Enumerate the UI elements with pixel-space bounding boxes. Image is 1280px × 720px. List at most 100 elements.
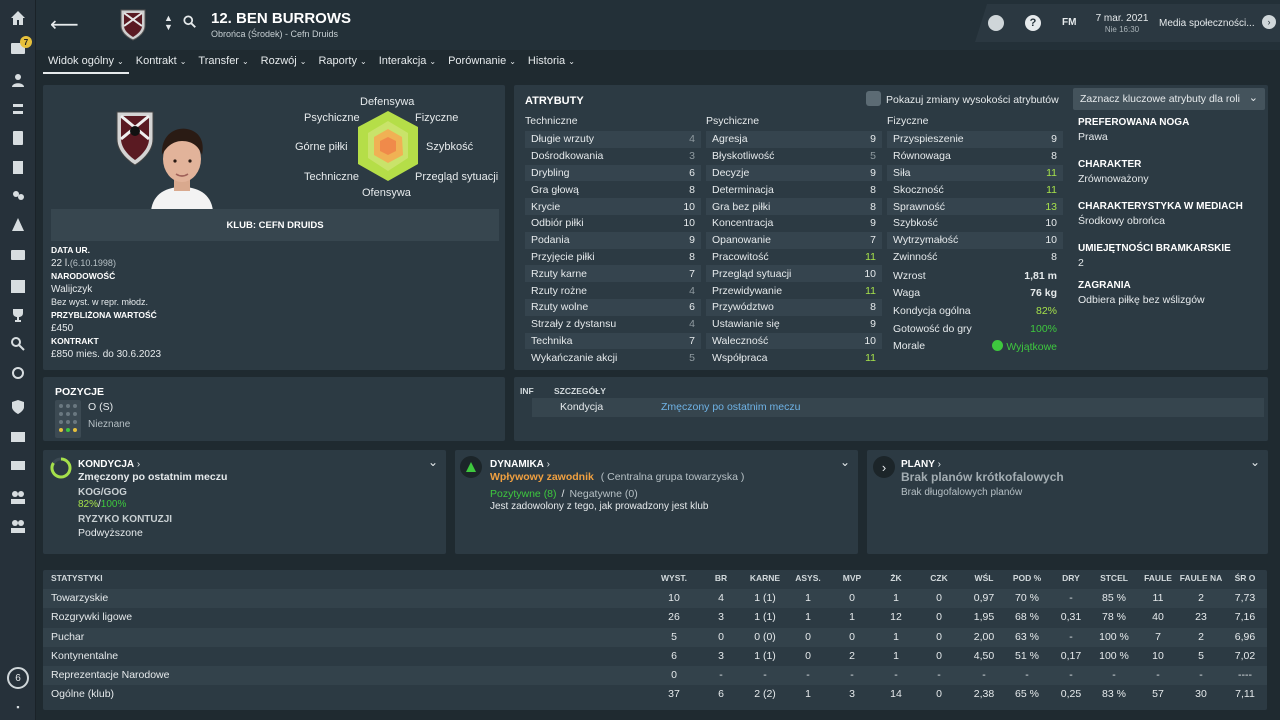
help-icon[interactable]: ? <box>1025 15 1041 31</box>
staff-icon[interactable] <box>8 128 28 148</box>
mental-attribute-row[interactable]: Decyzje 9 <box>706 164 882 182</box>
tab-contract[interactable]: Kontrakt ⌄ <box>131 52 192 74</box>
technical-attribute-row[interactable]: Drybling 6 <box>525 164 701 182</box>
physical-extra-row[interactable]: Waga 76 kg <box>887 285 1063 303</box>
physical-attribute-row[interactable]: Sprawność 13 <box>887 198 1063 215</box>
physical-attribute-row[interactable]: Przyspieszenie 9 <box>887 131 1063 148</box>
technical-attribute-row[interactable]: Długie wrzuty 4 <box>525 131 701 148</box>
details-row[interactable]: Kondycja Zmęczony po ostatnim meczu <box>532 398 1264 417</box>
plans-card[interactable]: › PLANY › ⌄ Brak planów krótkofalowych B… <box>867 450 1268 554</box>
mental-attribute-row[interactable]: Gra bez piłki 8 <box>706 198 882 215</box>
dynamics-card[interactable]: DYNAMIKA › ⌄ Wpływowy zawodnik ( Central… <box>455 450 858 554</box>
mental-attribute-row[interactable]: Ustawianie się 9 <box>706 316 882 333</box>
technical-attribute-row[interactable]: Krycie 10 <box>525 198 701 215</box>
tab-development[interactable]: Rozwój ⌄ <box>256 52 312 74</box>
tab-overview[interactable]: Widok ogólny ⌄ <box>43 52 129 74</box>
briefcase-icon[interactable] <box>8 426 28 446</box>
calendar-icon[interactable] <box>8 276 28 296</box>
table-row[interactable]: Rozgrywki ligowe 26 3 1 (1) 1 1 12 0 1,95 68 % 0,3… <box>43 608 1267 627</box>
tab-interaction[interactable]: Interakcja ⌄ <box>374 52 441 74</box>
chevron-down-icon[interactable]: ⌄ <box>428 455 438 469</box>
physical-extra-row[interactable]: Kondycja ogólna 82% <box>887 302 1063 320</box>
mental-attribute-row[interactable]: Koncentracja 9 <box>706 215 882 232</box>
social-media-button[interactable]: Media społeczności... <box>1159 18 1255 29</box>
technical-attribute-row[interactable]: Podania 9 <box>525 231 701 249</box>
extra-name: Kondycja ogólna <box>893 304 971 317</box>
shield-icon[interactable] <box>8 397 28 417</box>
physical-extra-row[interactable]: Gotowość do gry 100% <box>887 320 1063 338</box>
mental-attribute-row[interactable]: Przywództwo 8 <box>706 298 882 316</box>
physical-attribute-row[interactable]: Równowaga 8 <box>887 148 1063 165</box>
training-icon[interactable] <box>8 215 28 235</box>
home-icon[interactable] <box>8 8 28 28</box>
physical-attribute-row[interactable]: Szybkość 10 <box>887 215 1063 232</box>
tab-reports[interactable]: Raporty ⌄ <box>313 52 371 74</box>
physical-attribute-row[interactable]: Zwinność 8 <box>887 249 1063 266</box>
tactics-icon[interactable] <box>8 157 28 177</box>
sidebar-count[interactable]: 6 <box>7 667 29 689</box>
back-arrow-icon[interactable]: ⟵ <box>50 12 79 37</box>
table-row[interactable]: Reprezentacje Narodowe 0- - - - - - - - - - - - ---- <box>43 666 1267 686</box>
club-crest-icon[interactable] <box>118 8 148 42</box>
table-row[interactable]: Kontynentalne 6 3 1 (1) 0 2 1 0 4,50 51 % 0,17 100 … <box>43 647 1267 666</box>
mental-attribute-row[interactable]: Opanowanie 7 <box>706 231 882 249</box>
technical-attribute-row[interactable]: Rzuty karne 7 <box>525 265 701 283</box>
mental-attribute-row[interactable]: Współpraca 11 <box>706 349 882 366</box>
dynamics-title-row[interactable]: DYNAMIKA › <box>490 458 550 470</box>
technical-attribute-row[interactable]: Strzały z dystansu 4 <box>525 316 701 333</box>
technical-attribute-row[interactable]: Technika 7 <box>525 332 701 350</box>
refresh-icon[interactable] <box>8 363 28 383</box>
mental-attribute-row[interactable]: Waleczność 10 <box>706 332 882 350</box>
mental-attribute-row[interactable]: Pracowitość 11 <box>706 249 882 266</box>
trophy-icon[interactable] <box>8 305 28 325</box>
condition-title-row[interactable]: KONDYCJA › <box>78 458 140 470</box>
condition-card[interactable]: KONDYCJA › ⌄ Zmęczony po ostatnim meczu … <box>43 450 446 554</box>
technical-attribute-row[interactable]: Gra głową 8 <box>525 181 701 198</box>
mental-attribute-row[interactable]: Agresja 9 <box>706 131 882 148</box>
search-icon[interactable] <box>183 15 197 29</box>
squad-icon[interactable] <box>8 70 28 90</box>
chevron-right-icon[interactable]: › <box>1262 15 1276 29</box>
toggle-checkbox[interactable] <box>866 91 881 106</box>
mental-attribute-row[interactable]: Przewidywanie 11 <box>706 282 882 299</box>
status-icon[interactable]: ▪ <box>8 697 28 717</box>
club-label-bar[interactable]: KLUB: CEFN DRUIDS <box>51 209 499 241</box>
scouting-icon[interactable] <box>8 186 28 206</box>
match-ball-icon[interactable] <box>988 15 1004 31</box>
chevron-down-icon[interactable]: ⌄ <box>840 455 850 469</box>
prev-next-player-icon[interactable]: ▲ ▼ <box>164 14 173 32</box>
physical-extra-row[interactable]: Wzrost 1,81 m <box>887 267 1063 285</box>
search-icon[interactable] <box>8 334 28 354</box>
dynamics-icon[interactable] <box>8 99 28 119</box>
table-row[interactable]: Puchar 5 0 0 (0) 0 0 1 0 2,00 63 % -100 % 7 2 6,96 <box>43 627 1267 647</box>
youth-icon[interactable] <box>8 516 28 536</box>
table-row[interactable]: Towarzyskie 10 4 1 (1) 1 0 1 0 0,97 70 % -85 % 11 2 7… <box>43 589 1267 609</box>
technical-attribute-row[interactable]: Odbiór piłki 10 <box>525 215 701 232</box>
technical-attribute-row[interactable]: Wykańczanie akcji 5 <box>525 349 701 366</box>
physical-attribute-row[interactable]: Siła 11 <box>887 164 1063 182</box>
reserves-icon[interactable] <box>8 487 28 507</box>
physical-attribute-row[interactable]: Skoczność 11 <box>887 181 1063 198</box>
tab-comparison[interactable]: Porównanie ⌄ <box>443 52 521 74</box>
details-row-value[interactable]: Zmęczony po ostatnim meczu <box>661 401 800 413</box>
technical-attribute-row[interactable]: Dośrodkowania 3 <box>525 148 701 165</box>
tab-transfer[interactable]: Transfer ⌄ <box>193 52 253 74</box>
toggle-label[interactable]: Pokazuj zmiany wysokości atrybutów <box>886 94 1059 106</box>
tab-history[interactable]: Historia ⌄ <box>523 52 580 74</box>
medical-icon[interactable] <box>8 244 28 264</box>
physical-attribute-row[interactable]: Wytrzymałość 10 <box>887 231 1063 249</box>
mental-attribute-row[interactable]: Błyskotliwość 5 <box>706 148 882 165</box>
attribute-name: Skoczność <box>893 183 944 196</box>
technical-attribute-row[interactable]: Rzuty wolne 6 <box>525 298 701 316</box>
finances-icon[interactable] <box>8 455 28 475</box>
role-dropdown[interactable]: Zaznacz kluczowe atrybuty dla roli ⌄ <box>1073 88 1265 110</box>
chevron-down-icon[interactable]: ⌄ <box>1250 455 1260 469</box>
technical-attribute-row[interactable]: Przyjęcie piłki 8 <box>525 249 701 266</box>
mental-attribute-row[interactable]: Przegląd sytuacji 10 <box>706 265 882 283</box>
table-row[interactable]: Ogólne (klub) 37 6 2 (2) 1 3 14 0 2,38 65 % 0,25 83… <box>43 685 1267 704</box>
fm-logo[interactable]: FM <box>1062 17 1076 28</box>
technical-attribute-row[interactable]: Rzuty rożne 4 <box>525 282 701 299</box>
mental-attribute-row[interactable]: Determinacja 8 <box>706 181 882 198</box>
physical-extra-row[interactable]: Morale Wyjątkowe <box>887 337 1063 355</box>
plans-title-row[interactable]: PLANY › <box>901 458 941 470</box>
